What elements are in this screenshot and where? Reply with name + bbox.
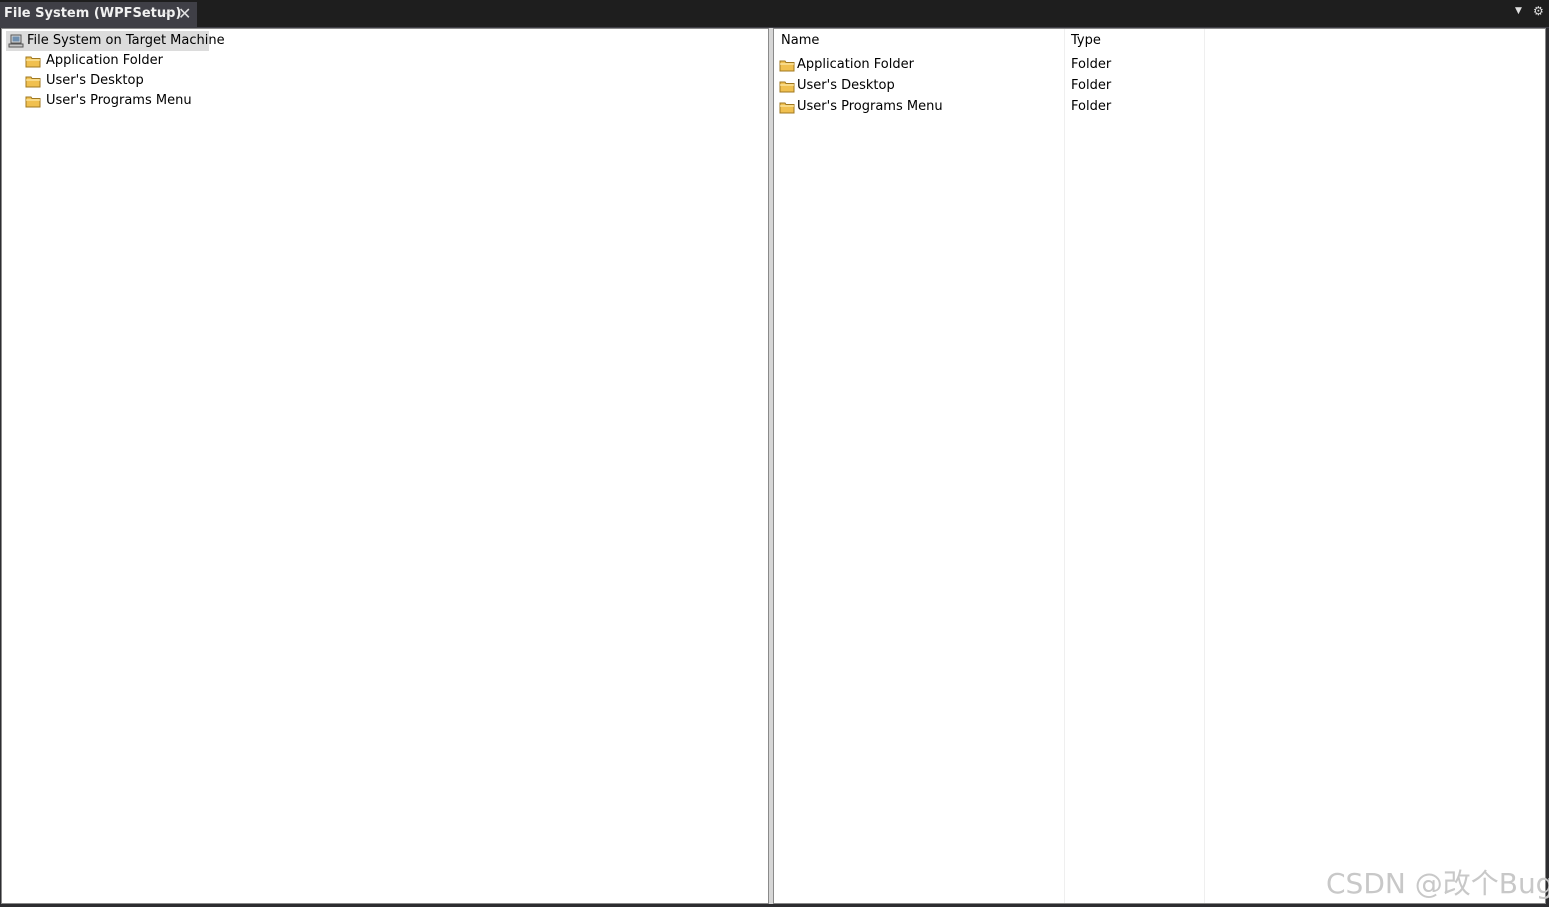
dropdown-icon[interactable]: ▼: [1515, 6, 1522, 16]
list-header: Name Type: [774, 29, 1545, 53]
tree-item-label: Application Folder: [46, 53, 163, 68]
column-header-type[interactable]: Type: [1071, 29, 1101, 53]
title-bar: File System (WPFSetup) ⊣ ✕ ▼ ⚙: [0, 0, 1549, 28]
tree-root[interactable]: File System on Target Machine: [6, 31, 225, 51]
list-row[interactable]: Application Folder Folder: [774, 54, 1545, 75]
row-name: User's Desktop: [797, 78, 895, 93]
tab-title: File System (WPFSetup): [4, 6, 182, 21]
folder-icon: [779, 81, 795, 93]
pin-icon[interactable]: ⊣: [161, 2, 171, 26]
folder-icon: [779, 60, 795, 72]
folder-icon: [25, 76, 41, 88]
tree-item-label: User's Desktop: [46, 73, 144, 88]
list-row[interactable]: User's Programs Menu Folder: [774, 96, 1545, 117]
gear-icon[interactable]: ⚙: [1533, 4, 1544, 18]
close-icon[interactable]: ✕: [178, 2, 191, 26]
tree-pane[interactable]: File System on Target Machine Applicatio…: [1, 28, 769, 904]
folder-icon: [779, 102, 795, 114]
row-type: Folder: [1071, 99, 1112, 114]
row-name: User's Programs Menu: [797, 99, 943, 114]
column-header-name[interactable]: Name: [781, 29, 819, 53]
list-pane[interactable]: Name Type Application Folder Folder User…: [773, 28, 1546, 904]
list-row[interactable]: User's Desktop Folder: [774, 75, 1545, 96]
folder-icon: [25, 96, 41, 108]
tree-root-label: File System on Target Machine: [27, 33, 225, 48]
folder-icon: [25, 56, 41, 68]
document-tab[interactable]: File System (WPFSetup) ⊣ ✕: [0, 2, 197, 27]
column-divider: [1064, 29, 1065, 903]
row-type: Folder: [1071, 57, 1112, 72]
row-name: Application Folder: [797, 57, 914, 72]
column-divider: [1204, 29, 1205, 903]
tree-item-label: User's Programs Menu: [46, 93, 192, 108]
computer-icon: [8, 34, 24, 48]
row-type: Folder: [1071, 78, 1112, 93]
watermark: CSDN @改个Bug: [1326, 867, 1549, 900]
